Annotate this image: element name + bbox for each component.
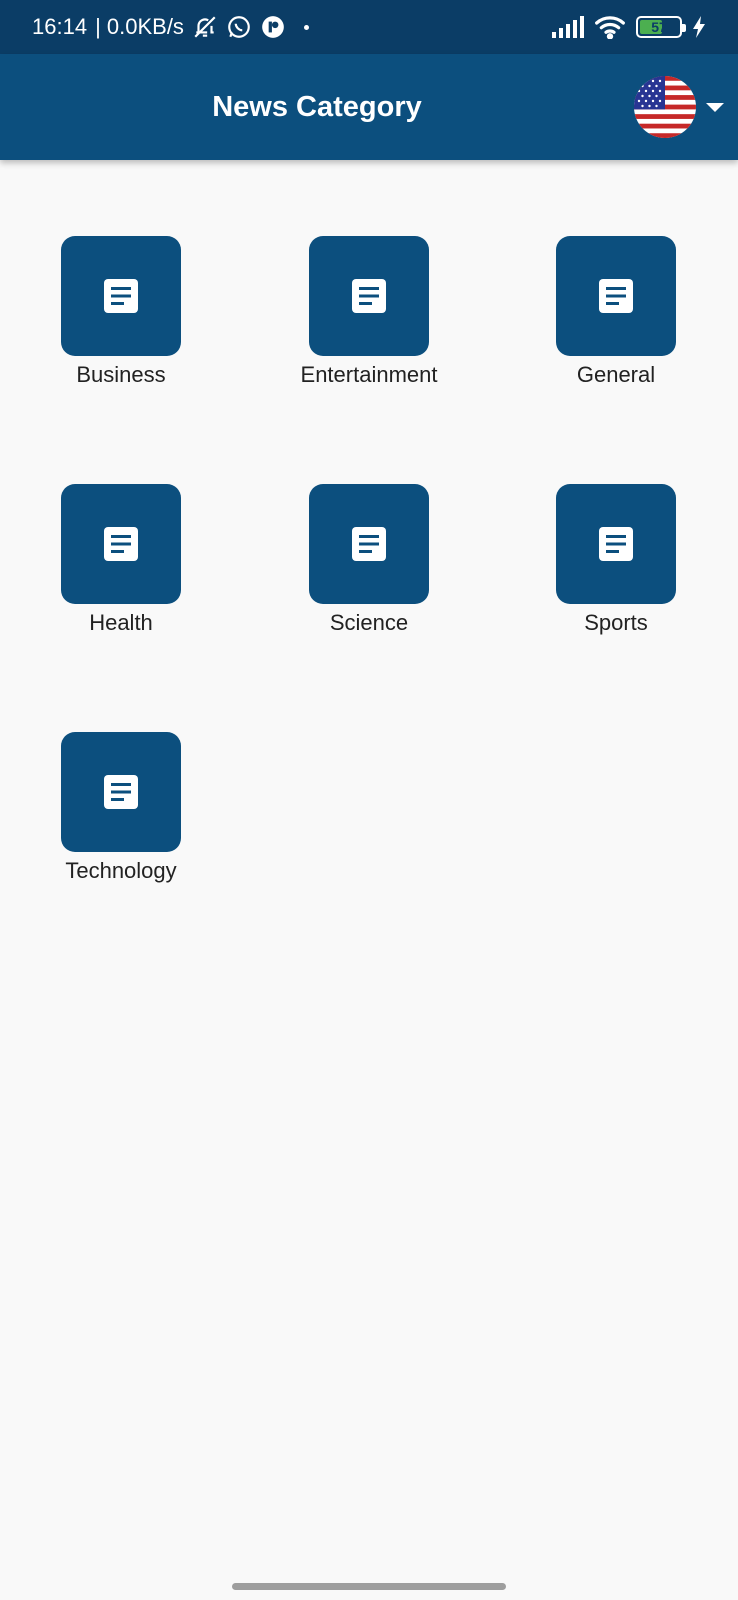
category-label: Science	[329, 610, 409, 635]
category-tile-box	[556, 484, 676, 604]
category-label: Technology	[65, 858, 177, 883]
category-tile-business[interactable]: Business	[21, 236, 221, 388]
country-selector[interactable]	[634, 68, 724, 146]
category-tile-box	[309, 484, 429, 604]
wifi-icon	[594, 15, 626, 39]
status-net-speed: | 0.0KB/s	[95, 14, 184, 39]
app-badge-icon	[260, 14, 286, 40]
category-tile-box	[556, 236, 676, 356]
category-label: General	[576, 362, 656, 387]
us-flag-icon	[634, 76, 696, 138]
signal-icon	[552, 16, 584, 38]
category-tile-box	[61, 732, 181, 852]
charging-icon	[692, 16, 706, 38]
article-icon	[104, 775, 138, 809]
battery-level: 57	[651, 19, 667, 35]
article-icon	[352, 527, 386, 561]
status-time: 16:14	[32, 14, 88, 39]
page-title: News Category	[212, 90, 422, 123]
article-icon	[104, 279, 138, 313]
category-label: Entertainment	[300, 362, 438, 387]
whatsapp-icon	[226, 14, 252, 40]
caret-down-icon	[706, 102, 724, 112]
battery-icon: 57	[636, 16, 686, 38]
category-label: Business	[76, 362, 166, 387]
category-tile-health[interactable]: Health	[21, 484, 221, 636]
category-tile-box	[309, 236, 429, 356]
gesture-nav-handle[interactable]	[232, 1583, 506, 1590]
dot-icon	[303, 24, 309, 30]
category-tile-technology[interactable]: Technology	[21, 732, 221, 884]
category-label: Health	[89, 610, 153, 635]
article-icon	[599, 279, 633, 313]
category-tile-entertainment[interactable]: Entertainment	[269, 236, 469, 388]
article-icon	[352, 279, 386, 313]
category-tile-box	[61, 484, 181, 604]
category-tile-sports[interactable]: Sports	[516, 484, 716, 636]
category-tile-box	[61, 236, 181, 356]
status-bar: 16:14 | 0.0KB/s 57	[0, 0, 738, 54]
category-tile-science[interactable]: Science	[269, 484, 469, 636]
status-left: 16:14 | 0.0KB/s	[32, 14, 309, 40]
app-bar: News Category	[0, 54, 738, 160]
bell-off-icon	[192, 14, 218, 40]
battery-tip	[682, 24, 686, 32]
article-icon	[104, 527, 138, 561]
category-tile-general[interactable]: General	[516, 236, 716, 388]
article-icon	[599, 527, 633, 561]
status-right: 57	[552, 15, 706, 39]
category-label: Sports	[584, 610, 648, 635]
